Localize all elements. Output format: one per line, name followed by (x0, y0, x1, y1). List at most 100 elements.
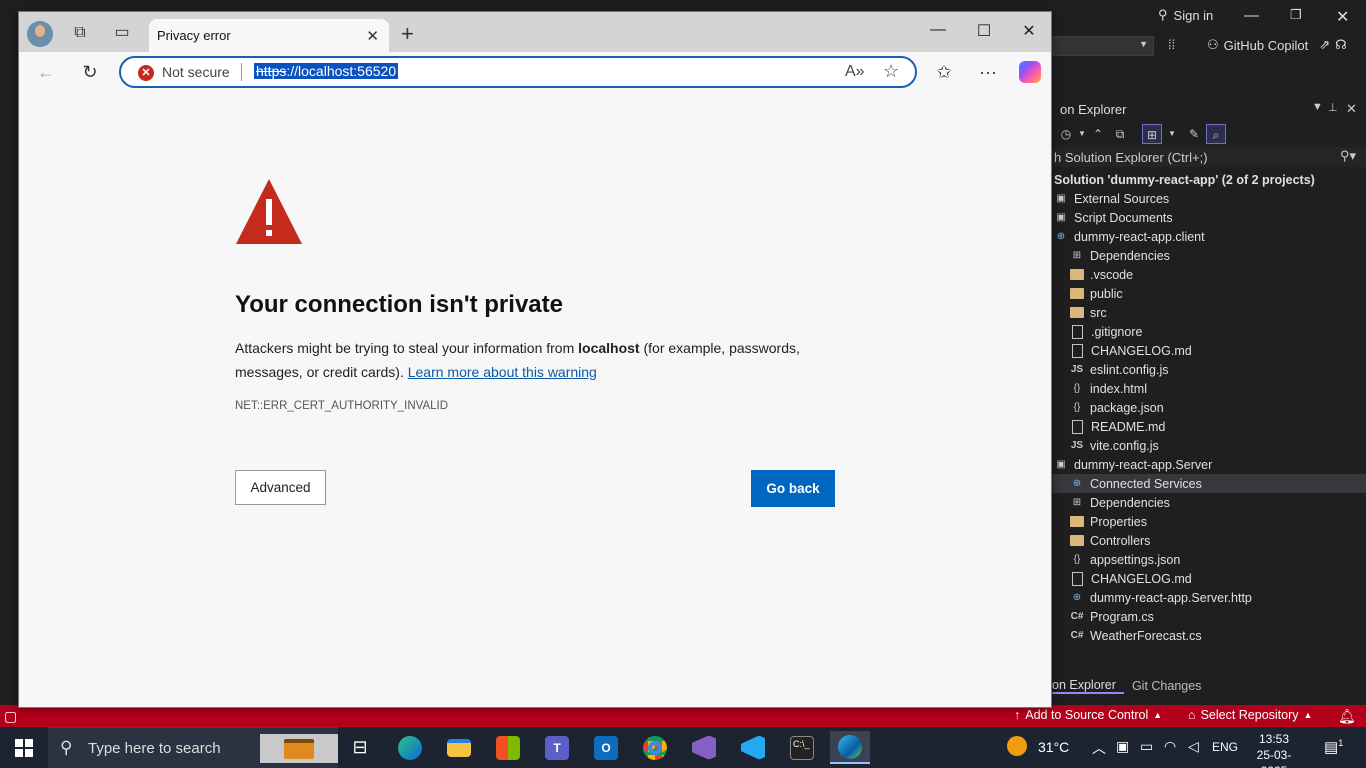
tree-item[interactable]: ⊞ Dependencies (1052, 246, 1366, 265)
add-to-source-control-button[interactable]: ↑ Add to Source Control ▲ (1014, 708, 1162, 722)
show-all-files-icon[interactable]: ⧉ (1110, 124, 1130, 144)
maximize-button[interactable]: ☐ (973, 21, 995, 43)
search-highlight-image[interactable] (260, 734, 338, 763)
taskbar-chrome[interactable] (635, 731, 675, 764)
tree-item[interactable]: {} package.json (1052, 398, 1366, 417)
tree-item[interactable]: CHANGELOG.md (1052, 341, 1366, 360)
collapse-all-icon[interactable]: ⌃ (1088, 124, 1108, 144)
warning-triangle-icon (236, 179, 302, 244)
outlook-icon: O (594, 735, 618, 760)
tree-item[interactable]: public (1052, 284, 1366, 303)
vs-maximize-button[interactable]: ❐ (1290, 7, 1302, 23)
refresh-icon[interactable]: ↻ (79, 62, 101, 83)
meet-now-icon[interactable]: ▣ (1116, 738, 1129, 755)
volume-icon[interactable]: ◁ (1188, 738, 1199, 755)
pin-icon[interactable]: ⊥ (1328, 101, 1338, 114)
tree-item[interactable]: Controllers (1052, 531, 1366, 550)
go-back-button[interactable]: Go back (751, 470, 835, 507)
wifi-icon[interactable]: ◠ (1164, 738, 1176, 755)
taskbar-outlook[interactable]: O (586, 731, 626, 764)
tree-item[interactable]: src (1052, 303, 1366, 322)
tree-item[interactable]: C# Program.cs (1052, 607, 1366, 626)
vertical-tabs-icon[interactable]: ▭ (113, 24, 131, 42)
profile-avatar[interactable] (27, 21, 53, 47)
taskbar-store[interactable] (488, 731, 528, 764)
tree-item[interactable]: ▣ Script Documents (1052, 208, 1366, 227)
taskbar-edge[interactable] (830, 731, 870, 764)
learn-more-link[interactable]: Learn more about this warning (408, 364, 597, 380)
vs-config-dropdown[interactable]: ▼ (1052, 36, 1154, 56)
copilot-icon[interactable] (1019, 61, 1041, 83)
taskbar-teams[interactable]: T (537, 731, 577, 764)
panel-options-icon[interactable]: ▼ (1312, 101, 1323, 113)
bell-icon[interactable]: 🔔︎ (1338, 708, 1356, 725)
tree-item[interactable]: Properties (1052, 512, 1366, 531)
tree-item[interactable]: .gitignore (1052, 322, 1366, 341)
not-secure-label[interactable]: Not secure (162, 64, 230, 80)
tree-item[interactable]: JS eslint.config.js (1052, 360, 1366, 379)
tab-solution-explorer[interactable]: on Explorer (1052, 678, 1124, 694)
tree-item[interactable]: ▣ dummy-react-app.Server (1052, 455, 1366, 474)
taskbar-search-box[interactable]: ⚲ Type here to search (48, 727, 338, 768)
close-button[interactable]: ✕ (1018, 21, 1040, 43)
read-aloud-icon[interactable]: A» (845, 63, 865, 81)
tree-item[interactable]: .vscode (1052, 265, 1366, 284)
search-placeholder: Type here to search (88, 739, 221, 757)
battery-icon[interactable]: ▭ (1140, 738, 1153, 755)
properties-wrench-icon[interactable]: ✎ (1184, 124, 1204, 144)
tree-item[interactable]: {} index.html (1052, 379, 1366, 398)
taskbar-file-explorer[interactable] (439, 731, 479, 764)
taskbar-edge-dev[interactable] (390, 731, 430, 764)
solution-explorer-search[interactable]: h Solution Explorer (Ctrl+;) ⚲▾ (1052, 147, 1366, 167)
tree-item[interactable]: CHANGELOG.md (1052, 569, 1366, 588)
tree-item[interactable]: ⊕ dummy-react-app.client (1052, 227, 1366, 246)
more-options-icon[interactable]: ··· (977, 62, 999, 83)
task-view-button[interactable]: ⊟ (340, 731, 380, 764)
input-language[interactable]: ENG (1212, 740, 1238, 754)
taskbar-vscode[interactable] (733, 731, 773, 764)
show-hidden-icons-icon[interactable]: ︿ (1092, 738, 1106, 758)
json-icon: {} (1073, 401, 1081, 413)
chevron-down-icon[interactable]: ▼ (1162, 124, 1182, 144)
minimize-button[interactable]: — (927, 21, 949, 43)
select-repository-button[interactable]: ⌂ Select Repository ▲ (1188, 708, 1312, 722)
sign-in-button[interactable]: ⚲ Sign in (1158, 7, 1213, 23)
github-copilot-button[interactable]: ⚇ GitHub Copilot ⇗ ☊ (1207, 37, 1347, 53)
sync-view-icon[interactable]: ⊞ (1142, 124, 1162, 144)
tab-privacy-error[interactable]: Privacy error ✕ (149, 19, 389, 52)
address-bar[interactable]: ✕ Not secure https://localhost:56520 A» … (119, 56, 917, 88)
notification-bubble-icon[interactable]: ▢ (4, 708, 17, 725)
not-secure-icon[interactable]: ✕ (138, 65, 154, 81)
star-favorite-icon[interactable]: ☆ (883, 61, 899, 82)
clock[interactable]: 13:53 25-03-2025 (1246, 731, 1302, 768)
tree-item[interactable]: ⊕ dummy-react-app.Server.http (1052, 588, 1366, 607)
tree-item[interactable]: {} appsettings.json (1052, 550, 1366, 569)
workspaces-icon[interactable]: ⧉ (71, 24, 89, 42)
tree-item[interactable]: ▣ External Sources (1052, 189, 1366, 208)
advanced-button[interactable]: Advanced (235, 470, 326, 505)
weather-temperature[interactable]: 31°C (1038, 739, 1069, 755)
start-button[interactable] (4, 731, 44, 764)
new-tab-button[interactable]: + (401, 21, 414, 47)
preview-icon[interactable]: ⌕ (1206, 124, 1226, 144)
feedback-icon[interactable]: ☊ (1335, 37, 1347, 53)
weather-icon[interactable] (1007, 736, 1027, 756)
solution-node[interactable]: Solution 'dummy-react-app' (2 of 2 proje… (1052, 170, 1366, 189)
notification-center-icon[interactable]: ▤1 (1324, 738, 1343, 756)
tree-item[interactable]: C# WeatherForecast.cs (1052, 626, 1366, 645)
back-arrow-icon[interactable]: ← (35, 62, 57, 83)
url-text[interactable]: https://localhost:56520 (254, 63, 399, 79)
favorites-icon[interactable]: ✩ (933, 62, 955, 83)
share-icon[interactable]: ⇗ (1319, 37, 1330, 53)
taskbar-terminal[interactable]: C:\_ (782, 731, 822, 764)
tree-item[interactable]: JS vite.config.js (1052, 436, 1366, 455)
taskbar-visual-studio[interactable] (684, 731, 724, 764)
tree-item[interactable]: README.md (1052, 417, 1366, 436)
panel-close-icon[interactable]: ✕ (1346, 101, 1357, 117)
vs-close-button[interactable]: ✕ (1336, 7, 1349, 27)
tree-item[interactable]: ⊕ Connected Services (1052, 474, 1366, 493)
close-tab-icon[interactable]: ✕ (366, 27, 379, 45)
vs-minimize-button[interactable]: — (1244, 7, 1259, 24)
tab-git-changes[interactable]: Git Changes (1124, 679, 1209, 693)
tree-item[interactable]: ⊞ Dependencies (1052, 493, 1366, 512)
